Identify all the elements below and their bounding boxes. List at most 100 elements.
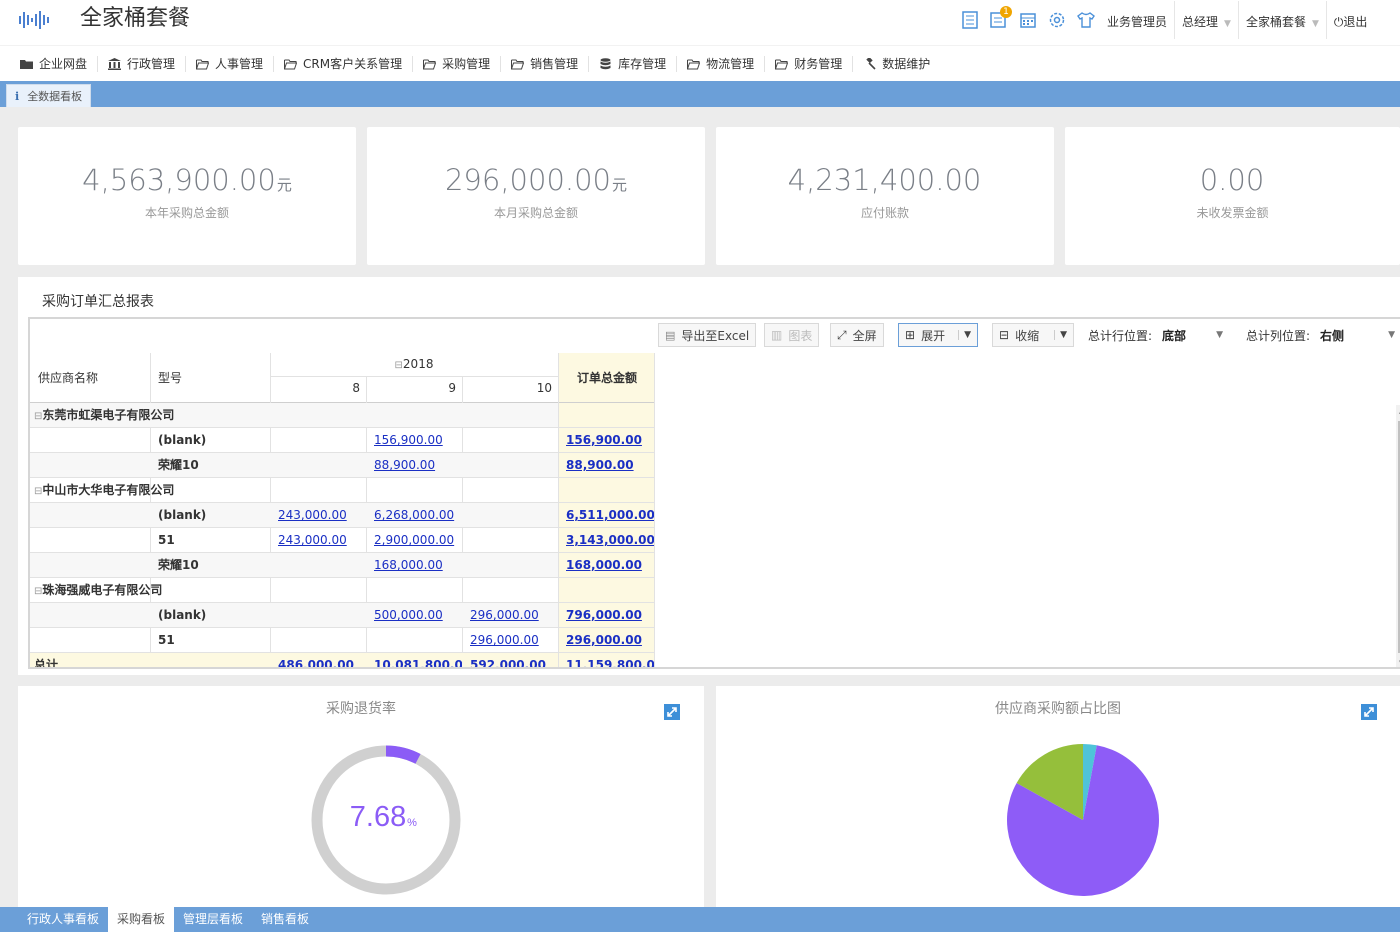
- order-total-value[interactable]: 6,511,000.00: [566, 503, 654, 528]
- col-total-select[interactable]: 总计列位置: 右侧 ▼: [1246, 323, 1395, 347]
- kpi-card-month-purchase: 296,000.00元 本月采购总金额: [367, 127, 705, 265]
- kpi-unit: 元: [276, 176, 292, 194]
- kpi-card-accounts-payable: 4,231,400.00 应付账款: [716, 127, 1054, 265]
- power-icon: ⏻: [1333, 15, 1344, 29]
- manager-dropdown[interactable]: 总经理 ▼: [1175, 1, 1239, 39]
- supplier-share-title: 供应商采购额占比图: [995, 701, 1121, 717]
- menu-item[interactable]: CRM客户关系管理: [274, 55, 414, 72]
- menu-item-label: 销售管理: [530, 57, 579, 71]
- order-total-value[interactable]: 11,159,800.00: [566, 653, 654, 667]
- month-value[interactable]: 296,000.00: [470, 603, 558, 628]
- kpi-value: 296,000.00元: [367, 163, 705, 197]
- tab-data-dashboard[interactable]: i 全数据看板: [6, 84, 92, 107]
- month-value[interactable]: 156,900.00: [374, 428, 462, 453]
- chart-button[interactable]: ▥ 图表: [764, 323, 820, 347]
- month-value[interactable]: 500,000.00: [374, 603, 462, 628]
- folder-open-icon: [511, 58, 525, 70]
- month-value[interactable]: 88,900.00: [374, 453, 462, 478]
- order-total-value[interactable]: 156,900.00: [566, 428, 654, 453]
- model-cell: (blank): [158, 608, 207, 622]
- expand-icon[interactable]: [1361, 704, 1377, 720]
- menu-item[interactable]: 行政管理: [98, 55, 187, 72]
- message-icon[interactable]: 1: [989, 6, 1012, 30]
- supplier-group-label[interactable]: ⊟东莞市虹渠电子有限公司: [34, 403, 334, 429]
- menu-item-label: CRM客户关系管理: [303, 57, 403, 71]
- gear-icon[interactable]: [1047, 10, 1067, 30]
- user-role[interactable]: 业务管理员: [1100, 1, 1176, 39]
- menu-item[interactable]: 采购管理: [413, 55, 502, 72]
- menu-item[interactable]: 数据维护: [853, 56, 940, 72]
- collapse-toggle-icon[interactable]: ⊟: [395, 360, 403, 371]
- year-header[interactable]: ⊟2018: [270, 357, 558, 371]
- model-cell: 51: [158, 633, 175, 647]
- expand-icon[interactable]: [664, 704, 680, 720]
- dashboard-tab[interactable]: 采购看板: [108, 907, 175, 932]
- supplier-group-label[interactable]: ⊟珠海强威电子有限公司: [34, 578, 334, 604]
- dashboard-tab[interactable]: 管理层看板: [174, 907, 252, 932]
- menu-item[interactable]: 库存管理: [589, 55, 678, 72]
- column-header-total: 订单总金额: [576, 371, 637, 385]
- database-icon: [599, 57, 612, 70]
- month-header: 9: [448, 381, 456, 395]
- row-total-select[interactable]: 总计行位置: 底部 ▼: [1088, 323, 1223, 347]
- fullscreen-button[interactable]: ⤢ 全屏: [830, 323, 884, 347]
- month-header: 8: [352, 381, 360, 395]
- supplier-name: 珠海强威电子有限公司: [42, 583, 163, 597]
- chevron-down-icon[interactable]: ▼: [958, 330, 971, 340]
- bank-icon: [108, 57, 122, 70]
- supplier-group-label[interactable]: ⊟中山市大华电子有限公司: [34, 478, 334, 504]
- model-cell: (blank): [158, 508, 207, 522]
- kpi-number: 4,563,900.00: [82, 163, 276, 197]
- month-value[interactable]: 10,081,800.00: [374, 653, 462, 667]
- col-total-value: 右侧: [1320, 328, 1345, 343]
- kpi-number: 296,000.00: [444, 163, 612, 197]
- collapse-label: 收缩: [1015, 328, 1040, 343]
- month-value[interactable]: 168,000.00: [374, 553, 462, 578]
- order-total-value[interactable]: 296,000.00: [566, 628, 654, 653]
- grid-line: [654, 353, 655, 667]
- notebook-icon[interactable]: [960, 10, 980, 30]
- export-excel-button[interactable]: ▤ 导出至Excel: [658, 323, 757, 347]
- month-value[interactable]: 243,000.00: [278, 528, 366, 553]
- return-rate-unit: %: [407, 817, 417, 829]
- menu-item-label: 数据维护: [882, 57, 931, 71]
- order-total-value[interactable]: 3,143,000.00: [566, 528, 654, 553]
- package-label: 全家桶套餐: [1245, 15, 1306, 29]
- menu-item[interactable]: 销售管理: [501, 55, 590, 72]
- kpi-label: 本年采购总金额: [144, 206, 229, 220]
- menu-item[interactable]: 企业网盘: [10, 55, 99, 72]
- kpi-number: 0.00: [1199, 163, 1265, 197]
- month-value[interactable]: 2,900,000.00: [374, 528, 462, 553]
- logout-button[interactable]: ⏻退出: [1327, 1, 1375, 39]
- collapse-button[interactable]: ⊟ 收缩 ▼: [992, 323, 1074, 347]
- month-value[interactable]: 296,000.00: [470, 628, 558, 653]
- tab-label: 全数据看板: [27, 90, 83, 103]
- menu-item[interactable]: 人事管理: [186, 55, 275, 72]
- order-total-value[interactable]: 168,000.00: [566, 553, 654, 578]
- dashboard-tab[interactable]: 行政人事看板: [18, 907, 108, 932]
- user-area: 业务管理员 总经理 ▼ 全家桶套餐 ▼ ⏻退出: [1100, 0, 1374, 40]
- app-title: 全家桶套餐: [80, 6, 191, 31]
- month-value[interactable]: 592,000.00: [470, 653, 558, 667]
- menu-item[interactable]: 物流管理: [677, 55, 766, 72]
- pivot-scrollbar[interactable]: ▲ ▼: [1396, 405, 1400, 667]
- month-value[interactable]: 243,000.00: [278, 503, 366, 528]
- order-total-value[interactable]: 796,000.00: [566, 603, 654, 628]
- shirt-icon[interactable]: [1076, 10, 1096, 30]
- calendar-icon[interactable]: [1018, 10, 1038, 30]
- chevron-down-icon[interactable]: ▼: [1054, 330, 1067, 340]
- dashboard-tab[interactable]: 销售看板: [252, 907, 318, 932]
- return-rate-value: 7.68: [350, 801, 406, 833]
- package-dropdown[interactable]: 全家桶套餐 ▼: [1239, 1, 1327, 39]
- expand-label: 展开: [921, 328, 946, 343]
- month-value[interactable]: 6,268,000.00: [374, 503, 462, 528]
- chevron-down-icon: ▼: [1311, 19, 1319, 29]
- table-row: [30, 453, 558, 478]
- menu-item[interactable]: 财务管理: [765, 55, 854, 72]
- order-total-value[interactable]: 88,900.00: [566, 453, 654, 478]
- model-cell: 荣耀10: [158, 558, 199, 572]
- month-value[interactable]: 486,000.00: [278, 653, 366, 667]
- expand-button[interactable]: ⊞ 展开 ▼: [898, 323, 978, 347]
- return-rate-title: 采购退货率: [326, 701, 396, 717]
- fullscreen-label: 全屏: [852, 328, 877, 343]
